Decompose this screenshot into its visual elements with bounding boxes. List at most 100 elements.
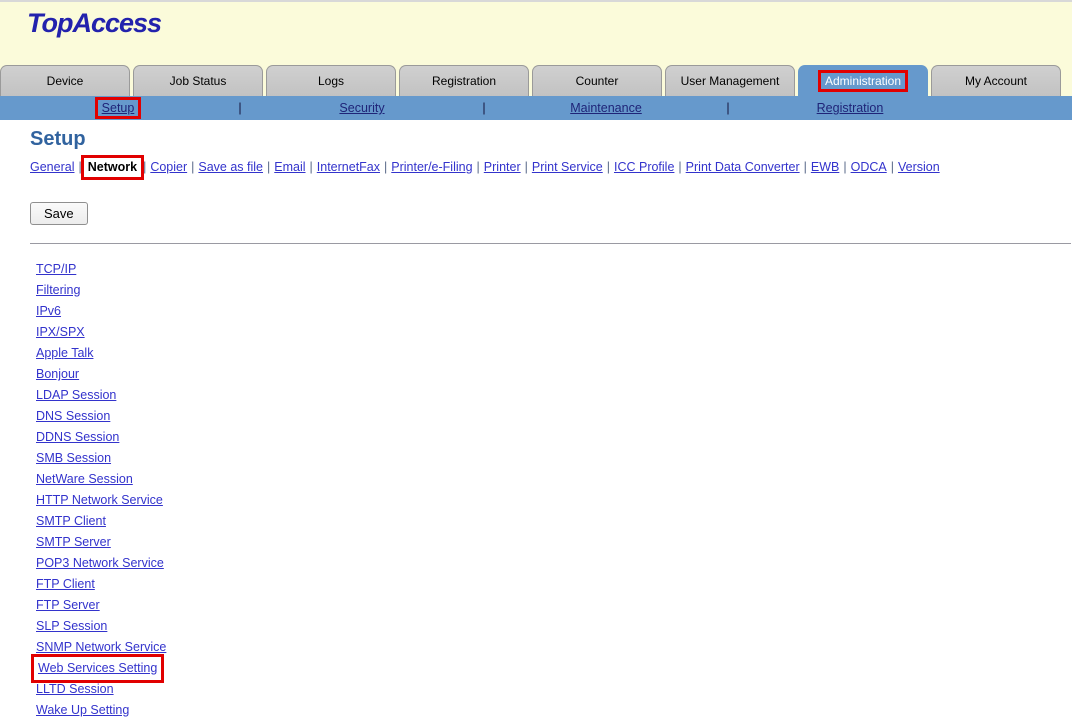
topaccess-logo: TopAccess <box>27 8 161 39</box>
tab-job-status[interactable]: Job Status <box>133 65 263 96</box>
highlight-box: Web Services Setting <box>31 654 164 683</box>
list-item: DNS Session <box>36 406 1072 427</box>
separator: | <box>603 160 614 174</box>
list-item: SMTP Client <box>36 511 1072 532</box>
subnav-bar: Setup | Security | Maintenance | Registration <box>0 96 1072 120</box>
tab-administration[interactable]: Administration <box>798 65 928 96</box>
network-link-smb-session[interactable]: SMB Session <box>36 451 111 465</box>
network-link-ldap-session[interactable]: LDAP Session <box>36 388 116 402</box>
subnav-link-setup[interactable]: Setup <box>102 101 135 115</box>
section-current-network[interactable]: Network <box>88 160 137 174</box>
section-link-ewb[interactable]: EWB <box>811 160 839 174</box>
divider <box>30 243 1071 244</box>
save-button[interactable]: Save <box>30 202 88 225</box>
list-item: SMTP Server <box>36 532 1072 553</box>
separator: | <box>521 160 532 174</box>
list-item: POP3 Network Service <box>36 553 1072 574</box>
network-link-tcp-ip[interactable]: TCP/IP <box>36 262 76 276</box>
network-link-bonjour[interactable]: Bonjour <box>36 367 79 381</box>
separator: | <box>187 160 198 174</box>
separator: | <box>380 160 391 174</box>
separator: | <box>306 160 317 174</box>
section-link-general[interactable]: General <box>30 160 74 174</box>
tab-registration[interactable]: Registration <box>399 65 529 96</box>
list-item: Web Services Setting <box>36 658 1072 679</box>
network-link-lltd-session[interactable]: LLTD Session <box>36 682 114 696</box>
list-item: NetWare Session <box>36 469 1072 490</box>
subnav-cell: Maintenance <box>545 101 667 115</box>
subnav-separator-cell: | <box>423 101 545 115</box>
tab-my-account[interactable]: My Account <box>931 65 1061 96</box>
network-link-ipx-spx[interactable]: IPX/SPX <box>36 325 85 339</box>
separator: | <box>887 160 898 174</box>
list-item: SMB Session <box>36 448 1072 469</box>
tab-user-management[interactable]: User Management <box>665 65 795 96</box>
network-link-ipv6[interactable]: IPv6 <box>36 304 61 318</box>
network-link-dns-session[interactable]: DNS Session <box>36 409 110 423</box>
list-item: DDNS Session <box>36 427 1072 448</box>
section-link-internetfax[interactable]: InternetFax <box>317 160 380 174</box>
topaccess-page: TopAccess Device Job Status Logs Registrati… <box>0 0 1072 721</box>
section-link-copier[interactable]: Copier <box>150 160 187 174</box>
subnav-separator-cell: | <box>179 101 301 115</box>
highlight-box: Administration <box>818 70 908 92</box>
network-link-ddns-session[interactable]: DDNS Session <box>36 430 119 444</box>
network-link-ftp-client[interactable]: FTP Client <box>36 577 95 591</box>
page-title: Setup <box>30 128 1072 151</box>
network-link-snmp-network-service[interactable]: SNMP Network Service <box>36 640 166 654</box>
tab-label: Device <box>47 74 84 88</box>
section-link-icc-profile[interactable]: ICC Profile <box>614 160 674 174</box>
network-link-slp-session[interactable]: SLP Session <box>36 619 107 633</box>
subnav-link-security[interactable]: Security <box>339 101 384 115</box>
tab-label: My Account <box>965 74 1027 88</box>
section-link-email[interactable]: Email <box>274 160 305 174</box>
section-link-print-data-converter[interactable]: Print Data Converter <box>686 160 800 174</box>
tab-counter[interactable]: Counter <box>532 65 662 96</box>
network-link-netware-session[interactable]: NetWare Session <box>36 472 133 486</box>
section-link-odca[interactable]: ODCA <box>851 160 887 174</box>
list-item: Apple Talk <box>36 343 1072 364</box>
section-link-printer-e-filing[interactable]: Printer/e-Filing <box>391 160 472 174</box>
list-item: TCP/IP <box>36 259 1072 280</box>
tab-label: User Management <box>681 74 780 88</box>
network-link-ftp-server[interactable]: FTP Server <box>36 598 100 612</box>
list-item: HTTP Network Service <box>36 490 1072 511</box>
tab-label: Logs <box>318 74 344 88</box>
subnav-link-registration[interactable]: Registration <box>817 101 884 115</box>
tab-label: Registration <box>432 74 496 88</box>
network-link-filtering[interactable]: Filtering <box>36 283 80 297</box>
list-item: FTP Server <box>36 595 1072 616</box>
network-link-smtp-client[interactable]: SMTP Client <box>36 514 106 528</box>
subnav-cell: Setup <box>57 101 179 115</box>
separator: | <box>674 160 685 174</box>
tab-logs[interactable]: Logs <box>266 65 396 96</box>
list-item: Filtering <box>36 280 1072 301</box>
section-link-printer[interactable]: Printer <box>484 160 521 174</box>
subnav-cell: Registration <box>789 101 911 115</box>
network-settings-list: TCP/IP Filtering IPv6 IPX/SPX Apple Talk Bonj… <box>30 259 1072 721</box>
tab-label: Job Status <box>170 74 227 88</box>
list-item: Bonjour <box>36 364 1072 385</box>
tab-device[interactable]: Device <box>0 65 130 96</box>
highlight-box: Setup <box>95 97 142 119</box>
separator: | <box>238 101 241 115</box>
list-item: LLTD Session <box>36 679 1072 700</box>
list-item: IPv6 <box>36 301 1072 322</box>
network-link-smtp-server[interactable]: SMTP Server <box>36 535 111 549</box>
network-link-pop3-network-service[interactable]: POP3 Network Service <box>36 556 164 570</box>
list-item: Wake Up Setting <box>36 700 1072 721</box>
subnav-link-maintenance[interactable]: Maintenance <box>570 101 642 115</box>
subnav-separator-cell: | <box>667 101 789 115</box>
tab-label: Counter <box>576 74 619 88</box>
separator: | <box>473 160 484 174</box>
network-link-wake-up-setting[interactable]: Wake Up Setting <box>36 703 129 717</box>
section-link-save-as-file[interactable]: Save as file <box>198 160 263 174</box>
section-link-print-service[interactable]: Print Service <box>532 160 603 174</box>
separator: | <box>482 101 485 115</box>
network-link-http-network-service[interactable]: HTTP Network Service <box>36 493 163 507</box>
section-link-version[interactable]: Version <box>898 160 940 174</box>
network-link-web-services-setting[interactable]: Web Services Setting <box>38 661 157 675</box>
separator: | <box>839 160 850 174</box>
list-item: FTP Client <box>36 574 1072 595</box>
network-link-apple-talk[interactable]: Apple Talk <box>36 346 93 360</box>
